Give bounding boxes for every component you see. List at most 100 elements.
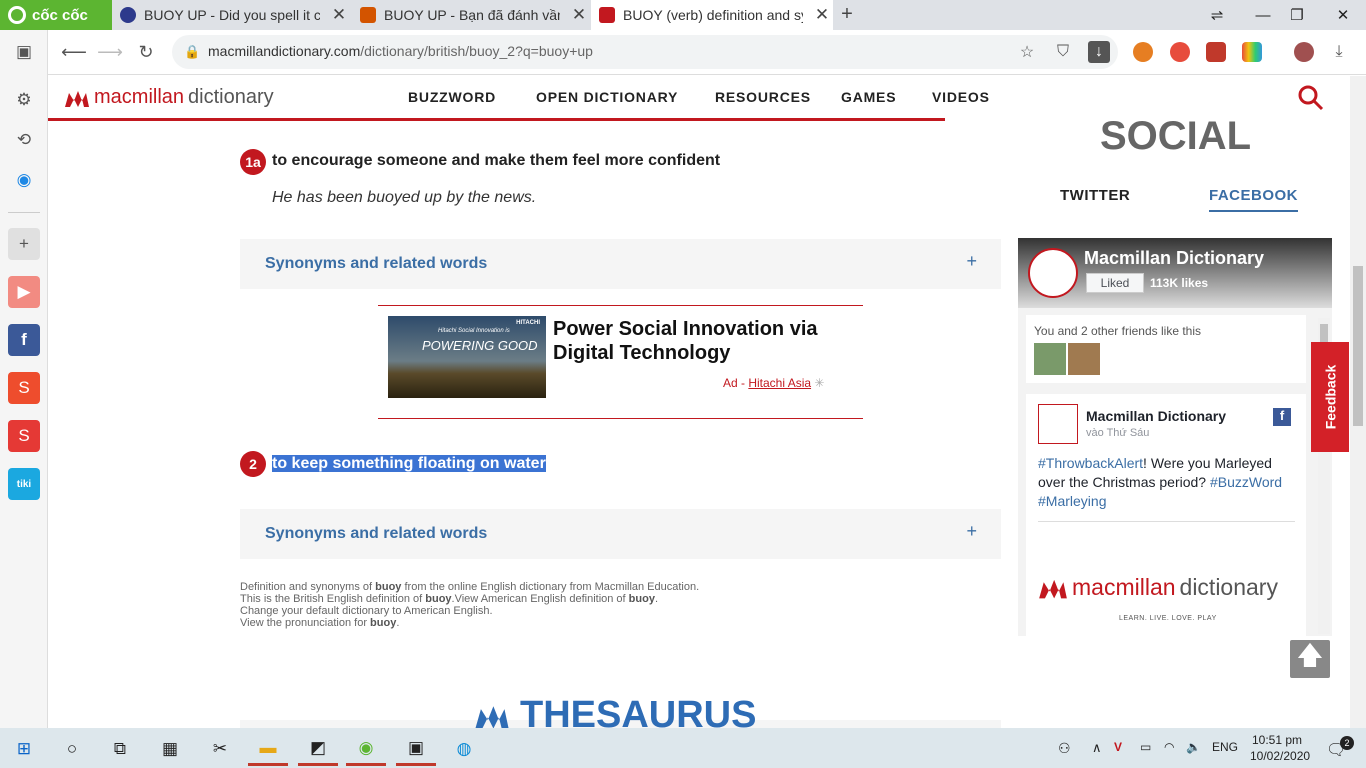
tab-twitter[interactable]: TWITTER	[1060, 187, 1130, 204]
header-underline	[48, 118, 945, 121]
close-tab-icon[interactable]: ✕	[811, 5, 833, 25]
fb-page-name[interactable]: Macmillan Dictionary	[1084, 248, 1264, 269]
ad-divider-bottom	[378, 418, 863, 419]
thesaurus-logo-icon	[475, 705, 509, 728]
sense-number: 1a	[240, 149, 266, 175]
people-icon[interactable]: ⚇	[1058, 740, 1071, 757]
ad-choices-icon[interactable]: ✳	[814, 376, 824, 390]
bookmark-star-icon[interactable]: ☆	[1016, 41, 1038, 63]
definition-footer: Definition and synonyms of buoy from the…	[240, 581, 700, 629]
page-scrollbar[interactable]	[1350, 76, 1366, 728]
ad-divider-top	[378, 305, 863, 306]
profile-avatar[interactable]	[1294, 42, 1314, 62]
notification-count-badge: 2	[1340, 736, 1354, 750]
tab-2[interactable]: BUOY UP - Bạn đã đánh vần đúng ✕	[352, 0, 590, 30]
definition-text: to encourage someone and make them feel …	[272, 152, 721, 169]
youtube-icon[interactable]: ▶	[8, 276, 40, 308]
change-dictionary-link[interactable]: Change your default dictionary to Americ…	[240, 605, 699, 617]
unikey-icon[interactable]: V	[1114, 740, 1122, 754]
browser-menu-button[interactable]: cốc cốc	[0, 0, 112, 30]
sidebar-toggle-icon[interactable]: ▣	[8, 36, 40, 68]
nav-videos[interactable]: VIDEOS	[932, 89, 990, 105]
ad-image[interactable]: Hitachi Social Innovation is HITACHI POW…	[388, 316, 546, 398]
tab-search-icon[interactable]: ⇌	[1194, 0, 1240, 30]
nav-open-dictionary[interactable]: OPEN DICTIONARY	[536, 89, 678, 105]
tab-3-active[interactable]: BUOY (verb) definition and synonyms ✕	[591, 0, 833, 30]
app-icon[interactable]: ▦	[150, 732, 190, 766]
downloads-icon[interactable]: ⤓	[1328, 41, 1350, 63]
battery-icon[interactable]: ▭	[1140, 740, 1151, 754]
american-definition-link[interactable]: .View American English definition of	[452, 593, 629, 605]
nav-buzzword[interactable]: BUZZWORD	[408, 89, 496, 105]
search-icon[interactable]: ○	[52, 732, 92, 766]
settings-gear-icon[interactable]: ⚙	[8, 84, 40, 116]
messenger-icon[interactable]: ◉	[8, 164, 40, 196]
extension-shield-icon[interactable]	[1170, 42, 1190, 62]
history-icon[interactable]: ⟲	[8, 124, 40, 156]
synonyms-accordion[interactable]: Synonyms and related words +	[240, 239, 1001, 289]
close-window-button[interactable]: ✕	[1320, 0, 1366, 30]
friends-like-box: You and 2 other friends like this	[1026, 315, 1306, 383]
zalo-icon[interactable]: ◍	[444, 732, 484, 766]
nav-resources[interactable]: RESOURCES	[715, 89, 811, 105]
windows-start-icon[interactable]: ⊞	[4, 732, 44, 766]
social-heading: SOCIAL	[1100, 114, 1252, 158]
language-indicator[interactable]: ENG	[1212, 740, 1238, 754]
liked-button[interactable]: Liked	[1086, 273, 1144, 293]
scrollbar-thumb[interactable]	[1353, 266, 1363, 426]
coccoc-logo-icon	[8, 6, 26, 24]
sendo-icon[interactable]: S	[8, 420, 40, 452]
snipping-tool-icon[interactable]: ✂	[200, 732, 240, 766]
feedback-button[interactable]: Feedback	[1311, 342, 1349, 452]
coccoc-taskbar-icon[interactable]: ◉	[346, 732, 386, 766]
tab-facebook[interactable]: FACEBOOK	[1209, 187, 1299, 212]
adblock-shield-icon[interactable]: ⛉	[1052, 41, 1074, 63]
download-page-icon[interactable]: ↓	[1088, 41, 1110, 63]
shopee-icon[interactable]: S	[8, 372, 40, 404]
wifi-icon[interactable]: ◠	[1164, 740, 1174, 754]
page-avatar[interactable]	[1028, 248, 1078, 298]
close-tab-icon[interactable]: ✕	[568, 5, 590, 25]
post-author-avatar[interactable]	[1038, 404, 1078, 444]
task-view-icon[interactable]: ⧉	[100, 732, 140, 766]
tiki-icon[interactable]: tiki	[8, 468, 40, 500]
tray-chevron-icon[interactable]: ∧	[1092, 740, 1102, 756]
close-tab-icon[interactable]: ✕	[328, 5, 350, 25]
globe-icon	[120, 7, 136, 23]
app-icon[interactable]: ▣	[396, 732, 436, 766]
site-logo[interactable]: macmillan dictionary	[64, 86, 274, 109]
nav-games[interactable]: GAMES	[841, 89, 896, 105]
maximize-button[interactable]: ❐	[1274, 0, 1320, 30]
forward-button[interactable]: ⟶	[96, 38, 124, 66]
address-bar[interactable]: 🔒 macmillandictionary.com/dictionary/bri…	[172, 35, 1118, 69]
facebook-icon[interactable]: f	[8, 324, 40, 356]
macmillan-logo-icon	[1039, 579, 1067, 598]
reload-button[interactable]: ↻	[132, 38, 160, 66]
tab-1[interactable]: BUOY UP - Did you spell it correctly ✕	[112, 0, 350, 30]
expand-plus-icon: +	[966, 521, 977, 541]
clock[interactable]: 10:51 pm 10/02/2020	[1250, 732, 1310, 764]
pronunciation-link[interactable]: View the pronunciation for	[240, 617, 370, 629]
extension-chrome-icon[interactable]	[1133, 42, 1153, 62]
post-text: #ThrowbackAlert! Were you Marleyed over …	[1038, 455, 1283, 509]
sidebar-divider	[8, 212, 40, 213]
volume-icon[interactable]: 🔈	[1186, 740, 1201, 754]
extension-red-icon[interactable]	[1206, 42, 1226, 62]
post-image-logo[interactable]: macmillan dictionary	[1038, 574, 1278, 601]
back-button[interactable]: ⟵	[60, 38, 88, 66]
macmillan-favicon-icon	[599, 7, 615, 23]
synonyms-accordion[interactable]: Synonyms and related words +	[240, 509, 1001, 559]
extension-color-icon[interactable]	[1242, 42, 1262, 62]
add-sidebar-app-icon[interactable]: +	[8, 228, 40, 260]
ad-title[interactable]: Power Social Innovation via Digital Tech…	[553, 317, 853, 365]
site-search-icon[interactable]	[1298, 85, 1324, 111]
definition-text-selected: to keep something floating on water	[272, 455, 546, 472]
friend-avatar[interactable]	[1068, 343, 1100, 375]
file-explorer-icon[interactable]: ▬	[248, 732, 288, 766]
lock-icon: 🔒	[184, 44, 201, 59]
friend-avatar[interactable]	[1034, 343, 1066, 375]
ad-advertiser-link[interactable]: Hitachi Asia	[748, 376, 811, 390]
scroll-to-top-button[interactable]: 🡅	[1290, 640, 1330, 678]
new-tab-button[interactable]: +	[836, 3, 858, 27]
sticky-notes-icon[interactable]: ◩	[298, 732, 338, 766]
